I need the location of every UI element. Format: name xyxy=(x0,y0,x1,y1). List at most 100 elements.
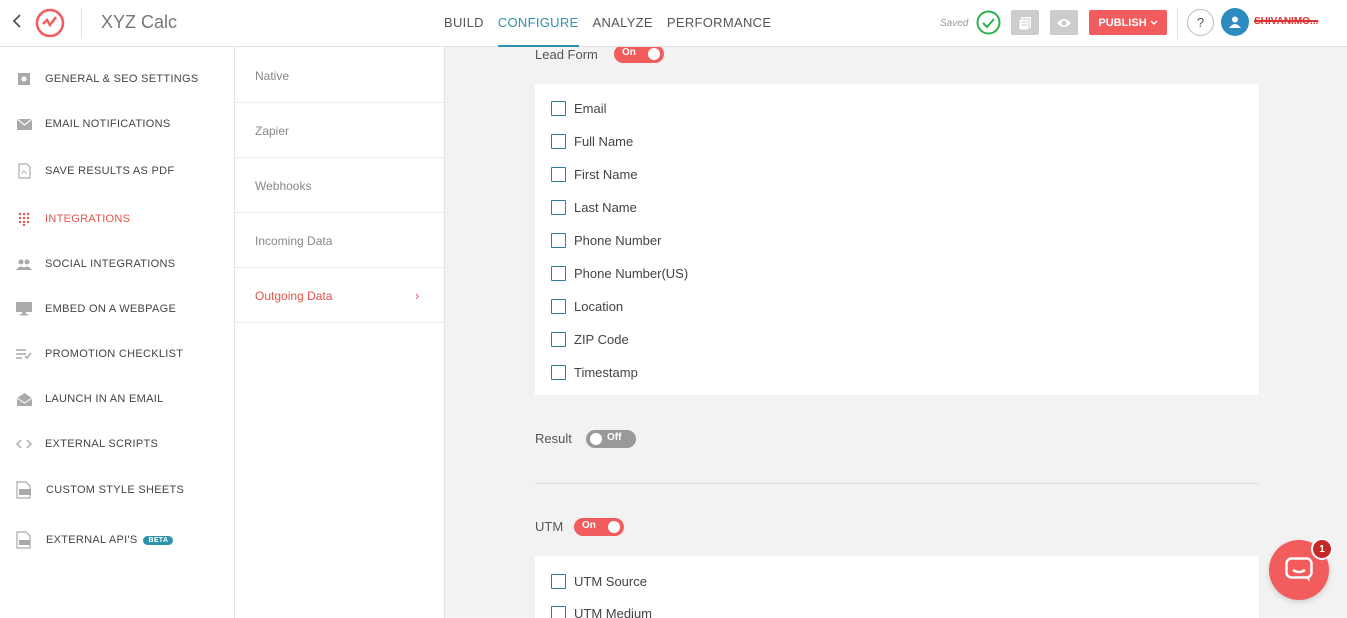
toggle-label: On xyxy=(622,47,636,58)
sidebar-item-launch-email[interactable]: LAUNCH IN AN EMAIL xyxy=(0,384,234,414)
css-file-icon xyxy=(16,481,32,499)
field-first-name[interactable]: First Name xyxy=(551,165,638,183)
sidebar-item-label: SOCIAL INTEGRATIONS xyxy=(45,258,176,270)
toggle-knob xyxy=(608,521,620,533)
help-button[interactable]: ? xyxy=(1187,9,1214,36)
checkbox[interactable] xyxy=(551,298,566,314)
subnav-item-label: Outgoing Data xyxy=(255,289,333,303)
field-email[interactable]: Email xyxy=(551,99,607,117)
nav-performance[interactable]: PERFORMANCE xyxy=(667,0,771,47)
username[interactable]: SHIVANIMO... xyxy=(1254,16,1318,27)
avatar[interactable] xyxy=(1221,8,1249,36)
chevron-down-icon xyxy=(1150,19,1158,25)
sidebar-item-label: INTEGRATIONS xyxy=(45,213,131,225)
subnav-item-label: Incoming Data xyxy=(255,234,333,248)
field-utm-source[interactable]: UTM Source xyxy=(551,572,647,590)
app-name: XYZ Calc xyxy=(101,12,178,32)
pages-button[interactable] xyxy=(1011,10,1039,35)
utm-fields-card: UTM Source UTM Medium xyxy=(535,556,1259,618)
nav-build[interactable]: BUILD xyxy=(444,0,484,47)
sidebar-item-label: EMAIL NOTIFICATIONS xyxy=(45,118,171,130)
field-full-name[interactable]: Full Name xyxy=(551,132,633,150)
checkbox[interactable] xyxy=(551,265,566,281)
sidebar-item-social-integrations[interactable]: SOCIAL INTEGRATIONS xyxy=(0,249,234,279)
checkbox[interactable] xyxy=(551,199,566,215)
subnav-item-label: Native xyxy=(255,69,290,83)
section-divider xyxy=(535,483,1259,484)
field-label: UTM Source xyxy=(574,573,647,589)
sidebar-item-embed-webpage[interactable]: EMBED ON A WEBPAGE xyxy=(0,294,234,324)
publish-button[interactable]: PUBLISH xyxy=(1089,10,1167,35)
checklist-icon xyxy=(16,346,32,362)
field-last-name[interactable]: Last Name xyxy=(551,198,637,216)
publish-label: PUBLISH xyxy=(1098,16,1147,29)
subnav-item-webhooks[interactable]: Webhooks xyxy=(235,158,444,213)
outgoing-data-panel: Lead Form On Email Full Name First Name … xyxy=(445,47,1347,618)
back-icon[interactable] xyxy=(12,12,26,32)
open-envelope-icon xyxy=(16,391,32,407)
field-phone-number-us[interactable]: Phone Number(US) xyxy=(551,264,688,282)
checkbox[interactable] xyxy=(551,364,566,380)
checkbox[interactable] xyxy=(551,605,566,618)
lead-form-toggle[interactable]: On xyxy=(614,47,664,63)
sidebar-item-external-scripts[interactable]: EXTERNAL SCRIPTS xyxy=(0,429,234,459)
lead-form-label: Lead Form xyxy=(535,47,598,62)
sidebar-item-custom-style-sheets[interactable]: CUSTOM STYLE SHEETS xyxy=(0,475,234,505)
sidebar-item-label: GENERAL & SEO SETTINGS xyxy=(45,73,199,85)
checkbox[interactable] xyxy=(551,100,566,116)
sidebar-item-general-seo[interactable]: GENERAL & SEO SETTINGS xyxy=(0,64,234,94)
checkbox[interactable] xyxy=(551,331,566,347)
sidebar-item-save-pdf[interactable]: SAVE RESULTS AS PDF xyxy=(0,156,234,186)
nav-configure[interactable]: CONFIGURE xyxy=(497,0,579,47)
checkbox[interactable] xyxy=(551,133,566,149)
api-file-icon xyxy=(16,531,32,549)
sidebar-item-external-apis[interactable]: EXTERNAL API'S BETA xyxy=(0,525,234,555)
sidebar-item-promotion-checklist[interactable]: PROMOTION CHECKLIST xyxy=(0,339,234,369)
field-label: ZIP Code xyxy=(574,331,629,347)
utm-label: UTM xyxy=(535,519,564,534)
app-logo-icon[interactable] xyxy=(34,7,66,39)
pages-icon xyxy=(1018,16,1031,30)
toggle-label: On xyxy=(582,520,596,531)
checkbox[interactable] xyxy=(551,573,566,589)
field-phone-number[interactable]: Phone Number xyxy=(551,231,661,249)
result-toggle[interactable]: Off xyxy=(586,430,636,448)
field-label: Last Name xyxy=(574,199,637,215)
preview-button[interactable] xyxy=(1050,10,1078,35)
subnav-item-zapier[interactable]: Zapier xyxy=(235,103,444,158)
field-label: Email xyxy=(574,100,607,116)
subnav-item-outgoing-data[interactable]: Outgoing Data › xyxy=(235,268,444,323)
checkbox[interactable] xyxy=(551,166,566,182)
sidebar-item-label-wrap: EXTERNAL API'S BETA xyxy=(46,534,174,546)
field-label: First Name xyxy=(574,166,638,182)
chat-bubble-icon xyxy=(1285,557,1313,582)
settings-icon xyxy=(16,71,32,87)
field-utm-medium[interactable]: UTM Medium xyxy=(551,604,652,618)
utm-toggle[interactable]: On xyxy=(574,518,624,536)
subnav-item-incoming-data[interactable]: Incoming Data xyxy=(235,213,444,268)
envelope-icon xyxy=(16,116,32,132)
chat-notification-badge: 1 xyxy=(1311,538,1333,560)
field-location[interactable]: Location xyxy=(551,297,623,315)
checkbox[interactable] xyxy=(551,232,566,248)
main-nav: BUILD CONFIGURE ANALYZE PERFORMANCE xyxy=(444,0,785,47)
monitor-icon xyxy=(16,301,32,317)
lead-form-fields-card: Email Full Name First Name Last Name Pho… xyxy=(535,84,1259,395)
field-zip-code[interactable]: ZIP Code xyxy=(551,330,629,348)
result-label: Result xyxy=(535,431,572,446)
sidebar-item-integrations[interactable]: INTEGRATIONS xyxy=(0,204,234,234)
subnav-item-native[interactable]: Native xyxy=(235,48,444,103)
toggle-label: Off xyxy=(607,432,622,443)
beta-badge: BETA xyxy=(143,536,174,545)
saved-check-icon xyxy=(976,10,1001,35)
field-label: UTM Medium xyxy=(574,605,653,618)
pdf-icon xyxy=(16,163,32,179)
field-label: Full Name xyxy=(574,133,634,149)
subnav-item-label: Webhooks xyxy=(255,179,312,193)
field-timestamp[interactable]: Timestamp xyxy=(551,363,638,381)
sidebar-item-email-notifications[interactable]: EMAIL NOTIFICATIONS xyxy=(0,109,234,139)
header-divider-right xyxy=(1177,7,1178,39)
sidebar-item-label: EXTERNAL SCRIPTS xyxy=(45,438,159,450)
nav-analyze[interactable]: ANALYZE xyxy=(593,0,653,47)
subnav-item-label: Zapier xyxy=(255,124,290,138)
